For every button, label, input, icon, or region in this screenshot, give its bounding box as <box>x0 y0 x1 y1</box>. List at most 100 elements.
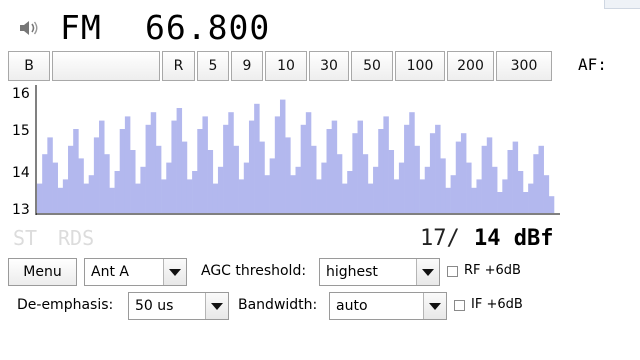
signal-bar <box>279 99 286 213</box>
signal-bar <box>192 171 198 213</box>
signal-bar <box>285 137 291 213</box>
signal-bar <box>440 158 446 213</box>
agc-label: AGC threshold: <box>201 263 307 279</box>
menu-button[interactable]: Menu <box>8 258 77 286</box>
signal-bar <box>383 116 389 213</box>
signal-bar <box>259 141 265 213</box>
step-button-30[interactable]: 30 <box>309 51 349 81</box>
signal-bar <box>517 171 524 213</box>
signal-bar <box>88 175 95 213</box>
signal-bar <box>62 179 69 213</box>
antenna-value: Ant A <box>91 264 129 280</box>
signal-bar <box>290 175 296 213</box>
bandwidth-select[interactable]: auto <box>329 292 447 320</box>
signal-bar <box>538 145 544 213</box>
signal-bar <box>429 133 436 213</box>
signal-bar <box>548 196 555 213</box>
signal-bar <box>336 154 343 213</box>
signal-bar <box>207 150 214 213</box>
signal-bar <box>305 112 312 213</box>
band-button[interactable]: B <box>8 51 50 81</box>
step-button-9[interactable]: 9 <box>231 51 263 81</box>
signal-bar <box>119 129 126 213</box>
signal-bar <box>37 183 43 213</box>
signal-bar <box>512 141 519 213</box>
signal-bar <box>522 192 529 213</box>
signal-bar <box>212 183 219 213</box>
signal-bar <box>497 192 503 213</box>
signal-bar <box>83 183 89 213</box>
signal-bar <box>78 158 84 213</box>
signal-bar <box>528 183 534 213</box>
reset-button[interactable]: R <box>162 51 195 81</box>
signal-bar <box>166 162 172 213</box>
step-button-100[interactable]: 100 <box>395 51 445 81</box>
signal-bar <box>419 179 426 213</box>
antenna-select[interactable]: Ant A <box>84 258 187 286</box>
chevron-down-icon[interactable] <box>416 259 439 285</box>
signal-bar <box>202 116 208 213</box>
signal-bar <box>491 166 498 213</box>
rf-gain-label: RF +6dB <box>464 263 521 278</box>
step-button-300[interactable]: 300 <box>496 51 552 81</box>
signal-bar <box>68 145 74 213</box>
signal-bar <box>295 166 301 213</box>
signal-bar <box>347 171 353 213</box>
y-tick-label: 16 <box>12 86 30 102</box>
signal-bar <box>486 137 493 213</box>
speaker-icon[interactable] <box>18 18 40 38</box>
signal-bar <box>223 124 229 213</box>
signal-bar <box>73 129 79 213</box>
chevron-down-icon[interactable] <box>163 259 186 285</box>
signal-bar <box>435 124 441 213</box>
signal-bar <box>311 145 317 213</box>
bandwidth-value: auto <box>336 298 368 314</box>
chevron-down-icon[interactable] <box>423 293 446 319</box>
if-gain-checkbox[interactable] <box>454 300 465 311</box>
signal-bar <box>57 187 64 213</box>
signal-bar <box>409 112 415 213</box>
signal-bar <box>186 179 193 213</box>
if-gain-label: IF +6dB <box>471 297 523 312</box>
frequency-display[interactable]: 66.800 <box>145 8 270 47</box>
signal-bar <box>104 154 110 213</box>
signal-bar <box>155 145 162 213</box>
signal-bar <box>481 145 488 213</box>
signal-bar <box>150 112 157 213</box>
signal-bar <box>124 116 131 213</box>
chevron-down-icon[interactable] <box>205 293 228 319</box>
bandwidth-label: Bandwidth: <box>238 297 318 313</box>
y-tick-label: 15 <box>12 123 30 139</box>
step-button-50[interactable]: 50 <box>351 51 393 81</box>
signal-bar <box>476 179 482 213</box>
signal-bar <box>543 175 550 213</box>
signal-bar <box>217 166 224 213</box>
signal-bar <box>331 120 338 213</box>
signal-bar <box>248 120 255 213</box>
signal-bar <box>326 129 332 213</box>
y-tick-label: 14 <box>12 165 30 181</box>
preset-button-blank[interactable] <box>52 51 160 81</box>
signal-bar <box>378 129 384 213</box>
rds-indicator: RDS <box>58 226 95 250</box>
signal-bar <box>445 187 451 213</box>
rf-gain-checkbox[interactable] <box>447 266 458 277</box>
signal-bar <box>93 137 100 213</box>
deemphasis-select[interactable]: 50 us <box>128 292 229 320</box>
agc-select[interactable]: highest <box>319 258 440 286</box>
signal-bar <box>197 129 203 213</box>
step-button-200[interactable]: 200 <box>447 51 494 81</box>
signal-bar <box>507 150 513 213</box>
signal-bar <box>533 154 539 213</box>
step-button-10[interactable]: 10 <box>265 51 307 81</box>
signal-bar <box>114 171 121 213</box>
stereo-indicator: ST <box>13 226 38 250</box>
signal-bar <box>171 120 177 213</box>
signal-bar <box>388 150 395 213</box>
signal-bar <box>52 162 58 213</box>
signal-bar <box>471 187 477 213</box>
step-button-5[interactable]: 5 <box>197 51 229 81</box>
signal-bar <box>352 133 358 213</box>
signal-bar <box>264 175 270 213</box>
signal-bar <box>228 112 234 213</box>
